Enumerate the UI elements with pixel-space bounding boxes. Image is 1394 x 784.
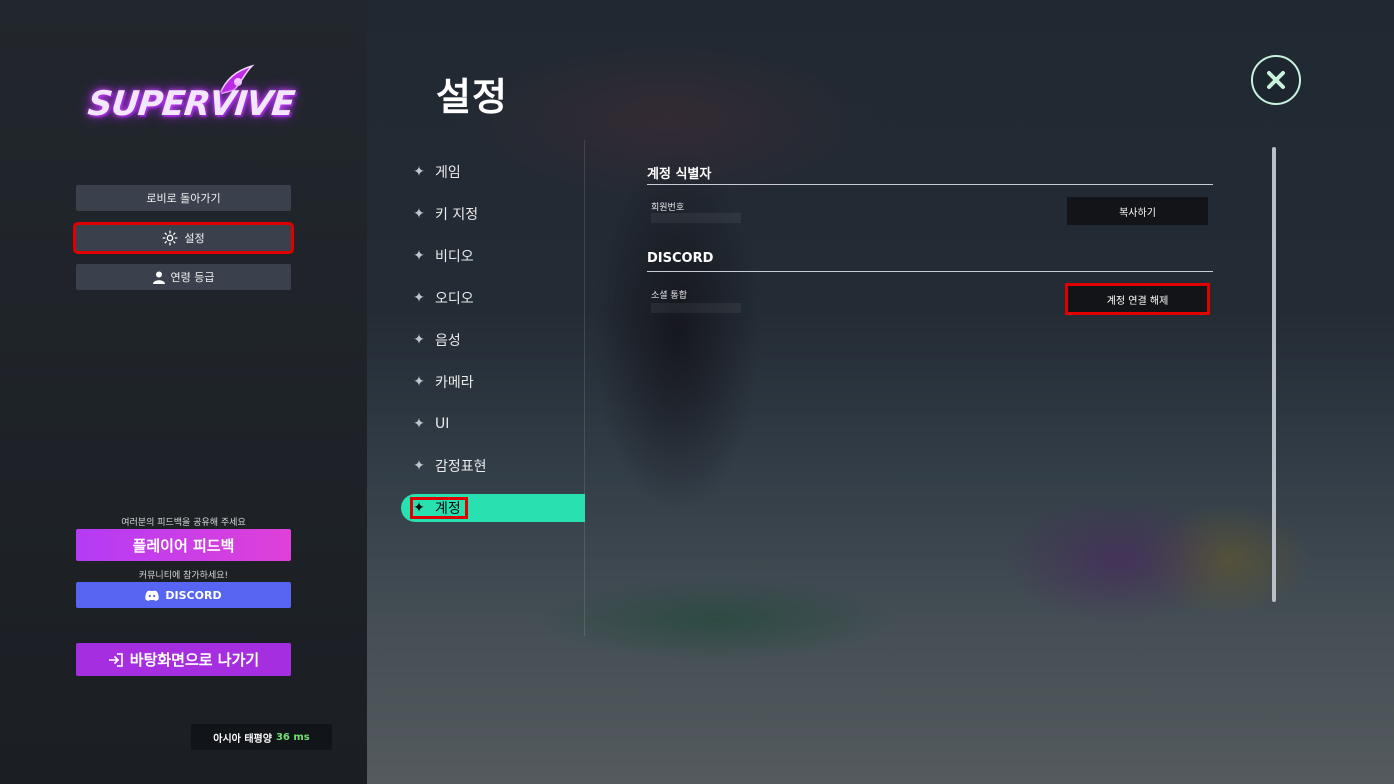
page-title: 설정: [436, 75, 508, 119]
member-number-label: 회원번호: [651, 203, 685, 213]
sparkle-icon: ✦: [413, 206, 425, 222]
sparkle-icon: ✦: [413, 164, 425, 180]
unlink-account-label: 계정 연결 해제: [1106, 295, 1169, 307]
exit-icon: [108, 652, 123, 667]
gear-icon: [163, 230, 178, 246]
sparkle-icon: ✦: [413, 248, 425, 264]
sparkle-icon: ✦: [413, 374, 425, 390]
logo-text: SUPERVIVE: [85, 84, 297, 124]
tab-label: 오디오: [435, 291, 474, 307]
sparkle-icon: ✦: [413, 458, 425, 474]
tab-label: 카메라: [435, 375, 474, 391]
tab-emotes[interactable]: ✦ 감정표현: [401, 452, 585, 480]
settings-button[interactable]: 설정: [73, 222, 294, 254]
sparkle-icon: ✦: [413, 332, 425, 348]
member-number-value: [651, 213, 741, 223]
tab-video[interactable]: ✦ 비디오: [401, 242, 585, 270]
tab-label: 게임: [435, 165, 461, 181]
sparkle-icon: ✦: [413, 416, 425, 432]
copy-button-label: 복사하기: [1119, 207, 1156, 219]
active-tab-highlight: [410, 497, 468, 519]
exit-to-desktop-button[interactable]: 바탕화면으로 나가기: [76, 643, 291, 676]
tab-voice[interactable]: ✦ 음성: [401, 326, 585, 354]
tab-label: 비디오: [435, 249, 474, 265]
user-icon: [152, 271, 165, 284]
feedback-caption: 여러분의 피드백을 공유해 주세요: [121, 518, 246, 528]
tab-label: 키 지정: [435, 207, 479, 223]
player-feedback-button[interactable]: 플레이어 피드백: [76, 529, 291, 561]
tab-label: 감정표현: [435, 459, 487, 475]
tab-audio[interactable]: ✦ 오디오: [401, 284, 585, 312]
tab-label: 음성: [435, 333, 461, 349]
supervive-logo: SUPERVIVE: [85, 64, 297, 150]
section-divider: [647, 184, 1213, 185]
discord-icon: [145, 590, 160, 601]
player-feedback-label: 플레이어 피드백: [132, 536, 235, 555]
tab-ui[interactable]: ✦ UI: [401, 410, 585, 438]
back-to-lobby-label: 로비로 돌아가기: [146, 192, 221, 205]
section-divider: [647, 271, 1213, 272]
discord-button-label: DISCORD: [165, 588, 222, 602]
social-integration-value: [651, 303, 741, 313]
social-integration-label: 소셜 통합: [651, 291, 687, 301]
discord-section-title: DISCORD: [647, 251, 714, 266]
account-id-section-title: 계정 식별자: [647, 167, 712, 182]
settings-button-label: 설정: [184, 232, 205, 245]
server-region: 아시아 태평양: [213, 733, 272, 745]
back-to-lobby-button[interactable]: 로비로 돌아가기: [76, 185, 291, 211]
close-icon: [1267, 71, 1285, 89]
copy-button[interactable]: 복사하기: [1067, 197, 1208, 225]
age-rating-label: 연령 등급: [170, 271, 215, 284]
tab-keybinds[interactable]: ✦ 키 지정: [401, 200, 585, 228]
community-caption: 커뮤니티에 참가하세요!: [138, 571, 229, 581]
exit-to-desktop-label: 바탕화면으로 나가기: [129, 651, 260, 669]
close-button[interactable]: [1251, 55, 1301, 105]
tab-camera[interactable]: ✦ 카메라: [401, 368, 585, 396]
age-rating-button[interactable]: 연령 등급: [76, 264, 291, 290]
left-panel: SUPERVIVE 로비로 돌아가기 설정 연령 등급 여러분의 피드백을 공유…: [0, 0, 367, 784]
scrollbar[interactable]: [1272, 147, 1276, 602]
unlink-account-button[interactable]: 계정 연결 해제: [1065, 283, 1210, 315]
discord-button[interactable]: DISCORD: [76, 582, 291, 608]
server-ping: 36 ms: [275, 731, 310, 743]
server-status-badge: 아시아 태평양 36 ms: [191, 724, 332, 750]
tab-game[interactable]: ✦ 게임: [401, 158, 585, 186]
tab-label: UI: [435, 416, 450, 432]
sparkle-icon: ✦: [413, 290, 425, 306]
